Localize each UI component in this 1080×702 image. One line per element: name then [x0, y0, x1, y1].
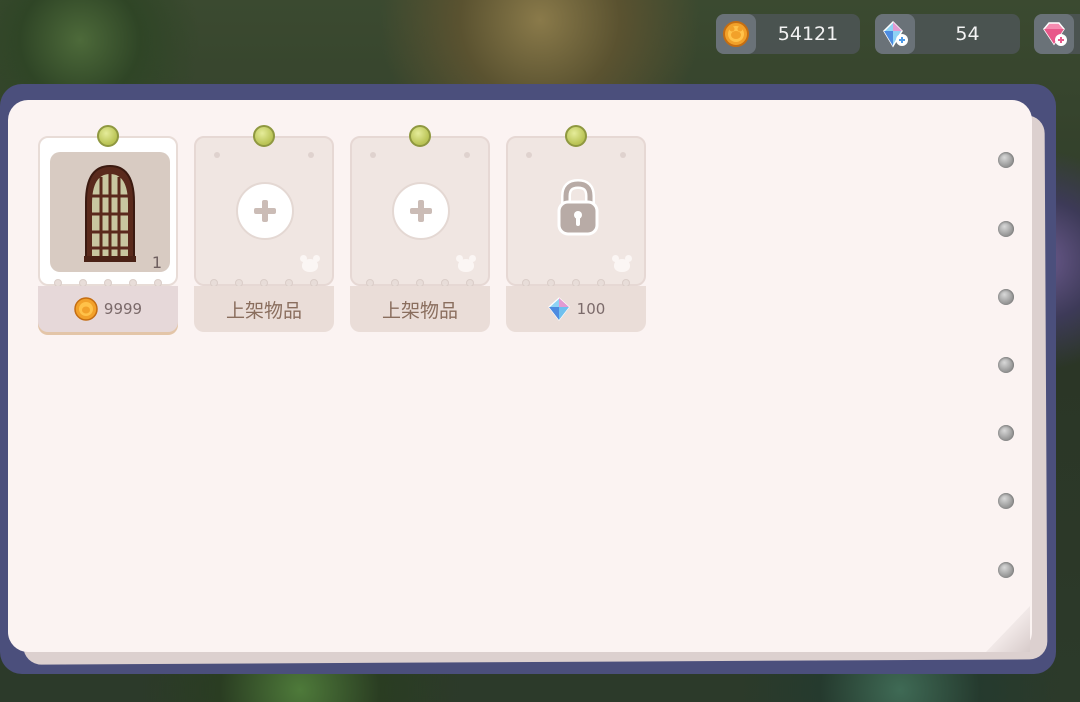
- crystal-plus-icon[interactable]: [875, 14, 915, 54]
- bear-icon: [456, 255, 476, 272]
- coin-amount: 54121: [777, 23, 839, 45]
- pin-icon: [253, 125, 275, 147]
- pin-icon: [97, 125, 119, 147]
- list-item-label[interactable]: 上架物品: [350, 286, 490, 332]
- empty-card[interactable]: [350, 136, 490, 287]
- item-price: 9999: [103, 300, 143, 318]
- crystal-amount: 54: [955, 23, 980, 45]
- list-item-text: 上架物品: [225, 299, 302, 322]
- bear-icon: [612, 255, 632, 272]
- item-count: 1: [151, 253, 162, 272]
- coin-counter: 54121: [716, 14, 860, 54]
- binder-hole: [998, 493, 1014, 509]
- item-frame: 1: [50, 152, 170, 272]
- coin-icon: [74, 297, 98, 321]
- add-item-button[interactable]: [236, 182, 294, 240]
- unlock-cost-tag[interactable]: 100: [506, 286, 646, 332]
- coin-icon: [716, 14, 756, 54]
- binder-hole: [998, 425, 1014, 441]
- binder-hole: [998, 562, 1014, 578]
- bear-icon: [300, 255, 320, 272]
- shop-slot-empty[interactable]: 上架物品: [194, 125, 334, 332]
- shop-slot-empty[interactable]: 上架物品: [350, 125, 490, 332]
- list-item-text: 上架物品: [381, 299, 458, 322]
- plus-icon: [410, 200, 432, 222]
- price-tag: 9999: [38, 286, 178, 332]
- empty-card[interactable]: [194, 136, 334, 287]
- pin-icon: [565, 125, 587, 147]
- add-item-button[interactable]: [392, 182, 450, 240]
- binder-hole: [998, 152, 1014, 168]
- pin-icon: [409, 125, 431, 147]
- binder-hole: [998, 289, 1014, 305]
- list-item-label[interactable]: 上架物品: [194, 286, 334, 332]
- crystal-icon: [547, 297, 570, 321]
- plus-icon: [254, 200, 276, 222]
- shop-slot-listed[interactable]: 1 9999: [38, 125, 178, 332]
- binder-hole: [998, 357, 1014, 373]
- gem-counter[interactable]: [1034, 14, 1080, 54]
- locked-card[interactable]: [506, 136, 646, 287]
- shop-slot-locked[interactable]: 100: [506, 125, 646, 332]
- item-card[interactable]: 1: [38, 136, 178, 287]
- gem-plus-icon[interactable]: [1034, 14, 1074, 54]
- binder-hole: [998, 221, 1014, 237]
- crystal-counter[interactable]: 54: [875, 14, 1020, 54]
- lock-icon: [557, 178, 599, 236]
- unlock-cost: 100: [576, 300, 606, 318]
